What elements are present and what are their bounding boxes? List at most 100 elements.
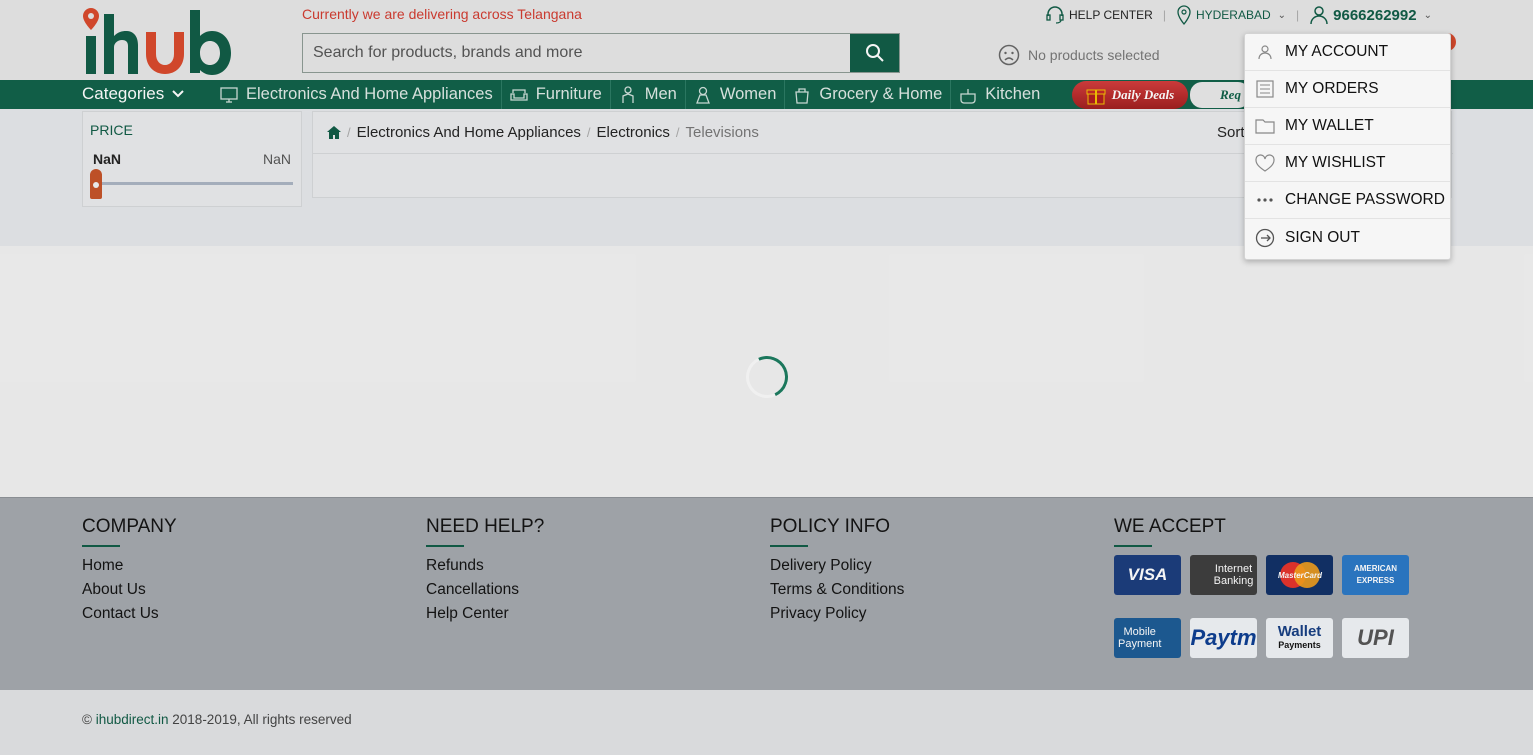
footer-link-terms[interactable]: Terms & Conditions xyxy=(770,581,904,599)
heading-underline xyxy=(1114,545,1152,547)
sign-out-icon xyxy=(1255,228,1275,248)
amex-logo: AMERICAN EXPRESS xyxy=(1342,555,1409,595)
request-button[interactable]: Req xyxy=(1190,82,1250,108)
delivery-note: Currently we are delivering across Telan… xyxy=(302,6,582,22)
search-input[interactable] xyxy=(303,34,850,72)
account-menu-toggle[interactable]: 9666262992 ⌄ xyxy=(1309,5,1432,25)
footer-accept: WE ACCEPT xyxy=(1114,516,1226,557)
mastercard-text: MasterCard xyxy=(1277,571,1322,580)
copyright-symbol: © xyxy=(82,712,92,727)
breadcrumb-item[interactable]: Electronics And Home Appliances xyxy=(357,124,581,141)
copyright-bar: © ihubdirect.in 2018-2019, All rights re… xyxy=(0,690,1533,755)
footer-heading: COMPANY xyxy=(82,516,177,537)
home-icon[interactable] xyxy=(327,126,341,139)
location-label: HYDERABAD xyxy=(1195,8,1271,22)
nav-item-grocery[interactable]: Grocery & Home xyxy=(785,80,952,109)
copyright-site-link[interactable]: ihubdirect.in xyxy=(96,712,169,727)
menu-item-my-wallet[interactable]: MY WALLET xyxy=(1245,108,1450,145)
woman-icon xyxy=(695,86,710,104)
user-phone: 9666262992 xyxy=(1333,6,1417,24)
sad-face-icon xyxy=(998,44,1020,66)
search-icon xyxy=(865,44,884,62)
grocery-icon xyxy=(795,87,810,104)
breadcrumb-item[interactable]: Electronics xyxy=(597,124,670,141)
footer-link-cancellations[interactable]: Cancellations xyxy=(426,581,544,599)
breadcrumb-current: Televisions xyxy=(685,124,759,141)
netbanking-logo: Internet Banking xyxy=(1190,555,1257,595)
breadcrumb-separator: / xyxy=(586,125,591,140)
breadcrumb-separator: / xyxy=(347,125,351,140)
footer-heading: NEED HELP? xyxy=(426,516,545,537)
menu-item-label: CHANGE PASSWORD xyxy=(1285,191,1445,208)
user-icon xyxy=(1310,6,1328,25)
categories-menu[interactable]: Categories xyxy=(82,84,184,104)
visa-logo: VISA xyxy=(1114,555,1181,595)
kitchen-icon xyxy=(960,88,976,104)
chevron-down-icon: ⌄ xyxy=(1423,9,1432,21)
menu-item-my-wishlist[interactable]: MY WISHLIST xyxy=(1245,145,1450,182)
cart-status: No products selected xyxy=(998,44,1160,66)
location-pin-icon xyxy=(1177,5,1191,25)
nav-item-men[interactable]: Men xyxy=(611,80,686,109)
menu-item-sign-out[interactable]: SIGN OUT xyxy=(1245,219,1450,256)
upi-logo: UPI xyxy=(1342,618,1409,658)
help-center-label: HELP CENTER xyxy=(1069,8,1153,22)
nav-item-electronics[interactable]: Electronics And Home Appliances xyxy=(212,80,502,109)
user-icon xyxy=(1255,42,1275,62)
menu-item-label: MY WALLET xyxy=(1285,117,1374,134)
mobile-payment-logo: Mobile Payment xyxy=(1114,618,1181,658)
mastercard-logo: MasterCard xyxy=(1266,555,1333,595)
wallet-line1: Wallet xyxy=(1277,622,1322,640)
breadcrumb-separator: / xyxy=(675,125,680,140)
footer-link-help-center[interactable]: Help Center xyxy=(426,605,544,623)
footer-heading: POLICY INFO xyxy=(770,516,891,537)
monitor-icon xyxy=(220,86,238,103)
menu-item-my-orders[interactable]: MY ORDERS xyxy=(1245,71,1450,108)
nav-item-label: Men xyxy=(644,85,677,103)
footer: COMPANY Home About Us Contact Us NEED HE… xyxy=(0,497,1533,690)
menu-item-change-password[interactable]: CHANGE PASSWORD xyxy=(1245,182,1450,219)
footer-link-refunds[interactable]: Refunds xyxy=(426,557,544,575)
footer-link-privacy[interactable]: Privacy Policy xyxy=(770,605,904,623)
nav-item-women[interactable]: Women xyxy=(686,80,786,109)
nav-item-label: Kitchen xyxy=(985,85,1041,103)
chevron-down-icon xyxy=(172,90,184,98)
menu-item-label: MY ACCOUNT xyxy=(1285,43,1389,60)
ihub-logo[interactable] xyxy=(82,6,234,76)
breadcrumb: / Electronics And Home Appliances / Elec… xyxy=(327,124,759,141)
wallet-payments-logo: Wallet Payments xyxy=(1266,618,1333,658)
menu-item-my-account[interactable]: MY ACCOUNT xyxy=(1245,34,1450,71)
footer-help: NEED HELP? Refunds Cancellations Help Ce… xyxy=(426,516,544,629)
account-dropdown: MY ACCOUNT MY ORDERS MY WALLET MY WISHLI… xyxy=(1244,33,1451,260)
search-bar xyxy=(302,33,900,73)
request-label: Req xyxy=(1220,87,1241,102)
cart-status-text: No products selected xyxy=(1028,47,1160,63)
nav-item-kitchen[interactable]: Kitchen xyxy=(951,80,1048,109)
man-icon xyxy=(622,85,634,103)
footer-link-about[interactable]: About Us xyxy=(82,581,177,599)
netbanking-line1: Internet xyxy=(1214,563,1253,575)
footer-link-delivery-policy[interactable]: Delivery Policy xyxy=(770,557,904,575)
nav-item-label: Electronics And Home Appliances xyxy=(246,85,493,103)
daily-deals-button[interactable]: Daily Deals xyxy=(1072,81,1188,109)
top-links: HELP CENTER | HYDERABAD ⌄ | 9666262992 ⌄ xyxy=(1045,5,1432,25)
price-max: NaN xyxy=(262,151,291,167)
divider: | xyxy=(1296,8,1300,22)
search-button[interactable] xyxy=(850,34,899,72)
help-center-link[interactable]: HELP CENTER xyxy=(1045,6,1153,24)
price-slider-handle[interactable] xyxy=(90,169,102,199)
footer-link-home[interactable]: Home xyxy=(82,557,177,575)
sort-label[interactable]: Sort xyxy=(1217,124,1245,141)
mobile-payment-line2: Payment xyxy=(1118,638,1162,650)
footer-link-contact[interactable]: Contact Us xyxy=(82,605,177,623)
categories-label: Categories xyxy=(82,84,165,103)
wallet-line2: Payments xyxy=(1278,639,1321,650)
location-selector[interactable]: HYDERABAD ⌄ xyxy=(1176,5,1286,25)
menu-item-label: MY ORDERS xyxy=(1285,80,1379,97)
nav-item-furniture[interactable]: Furniture xyxy=(502,80,611,109)
copyright-years: 2018-2019, All rights reserved xyxy=(172,712,352,727)
nav-item-label: Grocery & Home xyxy=(819,85,943,103)
headset-icon xyxy=(1046,6,1064,24)
heart-icon xyxy=(1255,153,1275,173)
price-slider-track[interactable] xyxy=(95,182,293,185)
